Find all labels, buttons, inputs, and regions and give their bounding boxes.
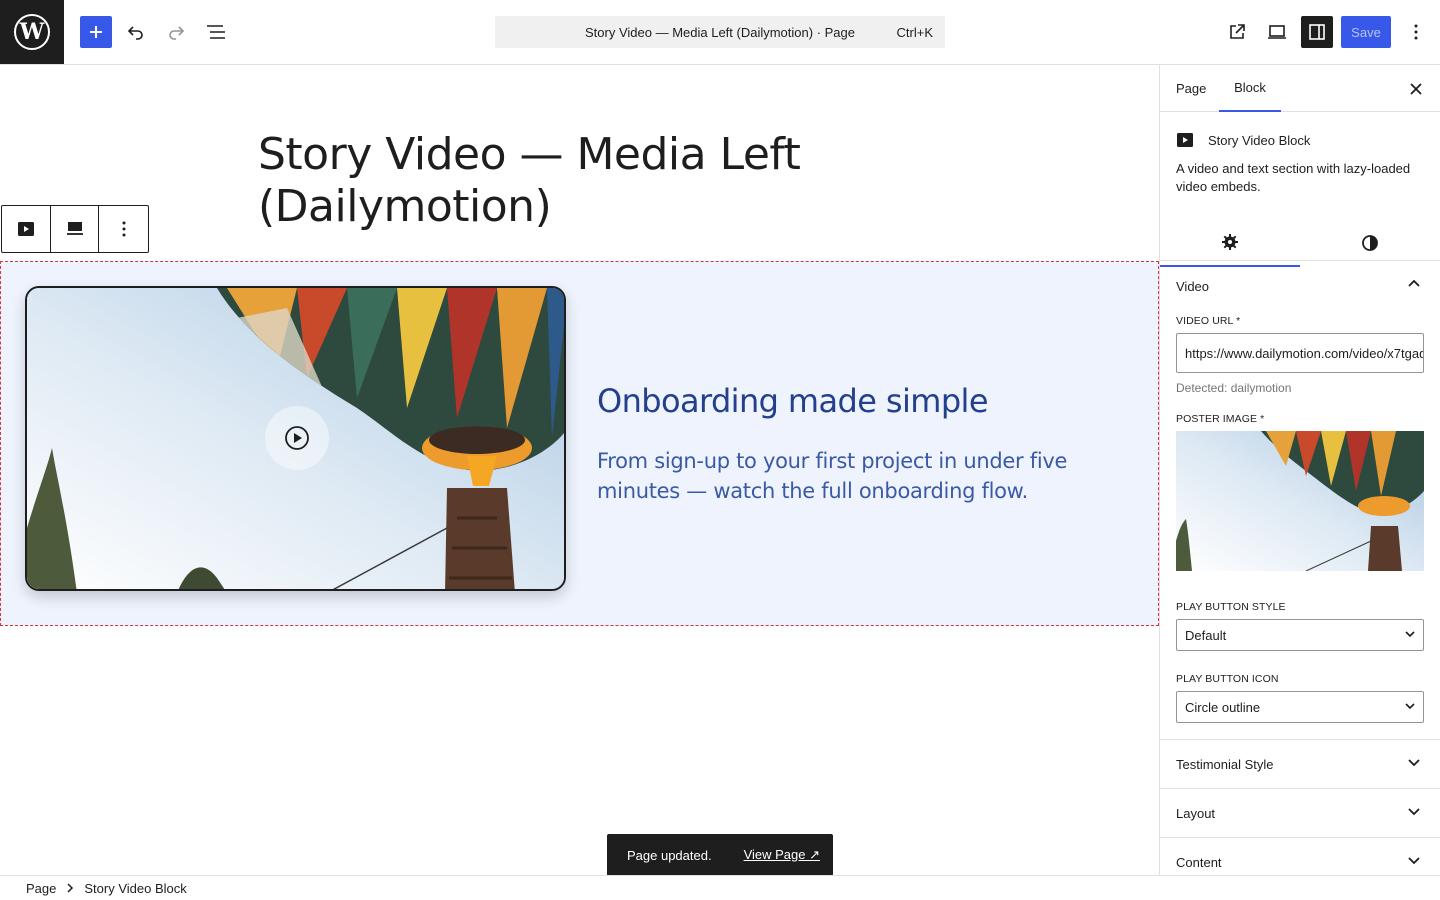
desktop-icon — [1268, 25, 1286, 39]
view-page-link[interactable]: View Page ↗ — [744, 847, 820, 863]
tab-styles[interactable] — [1300, 218, 1440, 267]
video-poster[interactable] — [25, 286, 566, 591]
block-name: Story Video Block — [1208, 132, 1311, 148]
chevron-down-icon — [1408, 808, 1420, 816]
settings-sidebar: Page Block Story Video Block A video and… — [1159, 65, 1440, 875]
editor-header: W Story Video — Media Left (Dailymotion)… — [0, 0, 1440, 65]
layout-panel[interactable]: Layout — [1160, 788, 1440, 837]
redo-icon — [169, 26, 185, 40]
video-url-field[interactable]: https://www.dailymotion.com/video/x7tgad… — [1176, 333, 1424, 373]
play-style-value: Default — [1185, 627, 1227, 643]
hot-air-balloon-thumbnail — [1176, 431, 1424, 571]
poster-image-preview[interactable] — [1176, 431, 1424, 571]
media-left-icon — [66, 222, 83, 235]
story-video-block[interactable]: Onboarding made simple From sign-up to y… — [0, 261, 1159, 626]
snackbar-message: Page updated. — [627, 847, 712, 863]
chevron-down-icon — [1405, 631, 1415, 638]
video-block-icon — [17, 222, 34, 236]
settings-toggle-button[interactable] — [1301, 16, 1333, 48]
snackbar-notice: Page updated. View Page ↗ — [607, 834, 833, 875]
add-block-button[interactable] — [80, 16, 112, 48]
view-page-button[interactable] — [1221, 16, 1253, 48]
sidebar-tabs: Page Block — [1160, 65, 1440, 112]
panel-title: Testimonial Style — [1176, 756, 1274, 772]
block-card: Story Video Block A video and text secti… — [1160, 112, 1440, 267]
tab-page[interactable]: Page — [1176, 65, 1206, 112]
external-link-icon — [1230, 24, 1245, 39]
tab-settings[interactable] — [1160, 218, 1300, 267]
options-button[interactable] — [1400, 16, 1432, 48]
editor-canvas: Story Video — Media Left (Dailymotion) O… — [0, 65, 1159, 875]
preview-button[interactable] — [1261, 16, 1293, 48]
keyboard-shortcut: Ctrl+K — [896, 25, 933, 40]
block-description: A video and text section with lazy-loade… — [1176, 161, 1411, 194]
block-toolbar — [1, 205, 149, 253]
page-title[interactable]: Story Video — Media Left (Dailymotion) — [258, 129, 878, 233]
close-icon — [1410, 83, 1422, 95]
plus-icon — [90, 26, 102, 38]
play-style-select[interactable]: Default — [1176, 619, 1424, 651]
breadcrumb-page[interactable]: Page — [26, 881, 56, 896]
panel-title: Content — [1176, 854, 1222, 870]
play-button[interactable] — [265, 406, 329, 470]
list-view-icon — [207, 25, 225, 39]
chevron-up-icon — [1408, 279, 1420, 287]
content-panel[interactable]: Content — [1160, 837, 1440, 875]
redo-button[interactable] — [160, 16, 192, 48]
chevron-right-icon — [67, 883, 74, 893]
block-type-button[interactable] — [2, 206, 51, 252]
sidebar-icon — [1309, 24, 1325, 40]
block-options-button[interactable] — [99, 206, 148, 252]
breadcrumb-current: Story Video Block — [84, 880, 187, 896]
poster-image-label: POSTER IMAGE * — [1176, 413, 1265, 425]
close-sidebar-button[interactable] — [1406, 79, 1426, 99]
wordpress-logo-button[interactable]: W — [0, 0, 64, 64]
panel-title: Layout — [1176, 805, 1216, 821]
styles-icon — [1362, 234, 1378, 251]
chevron-down-icon — [1408, 857, 1420, 865]
inspector-tabs — [1160, 218, 1440, 267]
story-heading[interactable]: Onboarding made simple — [597, 382, 989, 420]
play-icon-value: Circle outline — [1185, 699, 1261, 715]
chevron-down-icon — [1408, 759, 1420, 767]
wordpress-logo-icon: W — [14, 14, 50, 50]
video-block-icon — [1177, 133, 1193, 147]
video-panel-toggle[interactable]: Video — [1160, 261, 1440, 311]
settings-icon — [1222, 233, 1238, 250]
testimonial-style-panel[interactable]: Testimonial Style — [1160, 739, 1440, 788]
command-palette-bar[interactable]: Story Video — Media Left (Dailymotion) ·… — [495, 16, 945, 48]
media-position-button[interactable] — [51, 206, 100, 252]
video-panel-title: Video — [1176, 278, 1210, 294]
document-title: Story Video — Media Left (Dailymotion) ·… — [585, 24, 855, 40]
play-circle-outline-icon — [285, 426, 309, 450]
chevron-down-icon — [1405, 703, 1415, 710]
play-icon-select[interactable]: Circle outline — [1176, 691, 1424, 723]
play-icon-label: PLAY BUTTON ICON — [1176, 673, 1279, 685]
story-text[interactable]: From sign-up to your first project in un… — [597, 446, 1147, 506]
undo-icon — [127, 26, 143, 40]
video-url-label: VIDEO URL * — [1176, 315, 1241, 327]
more-vertical-icon — [122, 221, 126, 237]
document-overview-button[interactable] — [200, 16, 232, 48]
tab-block[interactable]: Block — [1219, 65, 1281, 112]
breadcrumb: Page Story Video Block — [0, 875, 1440, 900]
detected-provider: Detected: dailymotion — [1176, 381, 1292, 395]
play-style-label: PLAY BUTTON STYLE — [1176, 601, 1286, 613]
undo-button[interactable] — [120, 16, 152, 48]
more-vertical-icon — [1414, 24, 1418, 40]
save-button[interactable]: Save — [1341, 16, 1391, 48]
